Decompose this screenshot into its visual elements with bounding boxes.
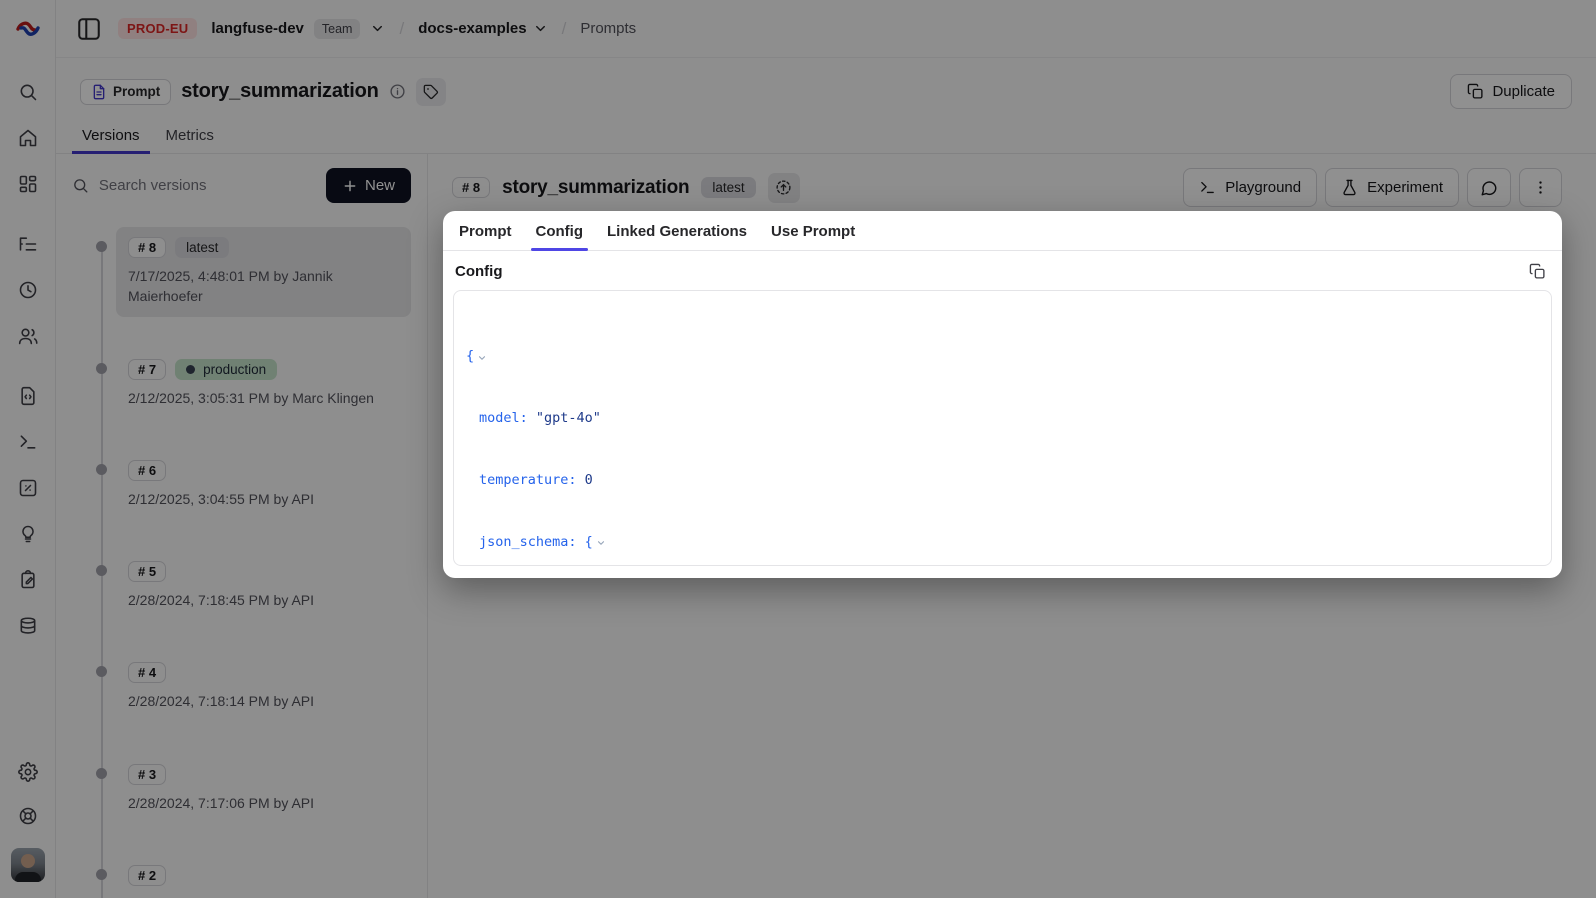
- config-section-title: Config: [455, 263, 502, 280]
- tab-config[interactable]: Config: [528, 213, 591, 250]
- tab-prompt[interactable]: Prompt: [451, 213, 520, 250]
- copy-config-icon[interactable]: [1529, 263, 1546, 280]
- json-key: json_schema: {: [479, 532, 593, 553]
- config-section-header: Config: [443, 251, 1562, 288]
- tab-linked-generations[interactable]: Linked Generations: [599, 213, 755, 250]
- json-brace: {: [466, 346, 474, 367]
- json-value: 0: [577, 470, 593, 491]
- collapse-chevron-icon[interactable]: [596, 538, 606, 548]
- config-json-viewer[interactable]: { model: "gpt-4o" temperature: 0 json_sc…: [453, 290, 1552, 566]
- json-value: "gpt-4o": [528, 408, 601, 429]
- collapse-chevron-icon[interactable]: [477, 353, 487, 363]
- json-key: temperature:: [479, 470, 577, 491]
- prompt-detail-sheet: Prompt Config Linked Generations Use Pro…: [443, 211, 1562, 578]
- tab-use-prompt[interactable]: Use Prompt: [763, 213, 863, 250]
- sheet-tabs: Prompt Config Linked Generations Use Pro…: [443, 211, 1562, 251]
- json-key: model:: [479, 408, 528, 429]
